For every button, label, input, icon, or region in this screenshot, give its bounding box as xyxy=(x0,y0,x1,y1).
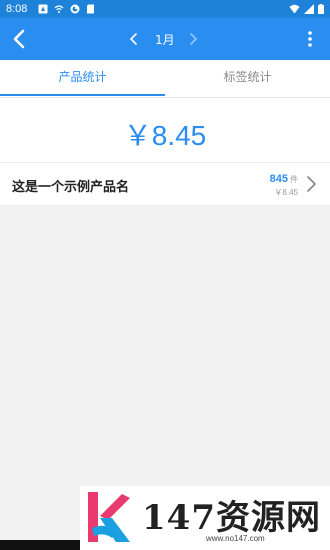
tab-tag-stats[interactable]: 标签统计 xyxy=(165,60,330,97)
product-price: ￥8.45 xyxy=(274,188,298,197)
summary-panel: ￥8.45 xyxy=(0,98,330,162)
battery-icon xyxy=(318,4,324,14)
watermark-text: 147资源网 xyxy=(142,498,321,538)
wifi-notification-icon xyxy=(54,5,64,13)
tab-bar: 产品统计 标签统计 xyxy=(0,60,330,98)
watermark-logo-icon xyxy=(88,492,130,542)
notification-app-icon xyxy=(38,4,48,14)
circle-app-icon xyxy=(70,4,80,14)
cell-signal-icon xyxy=(304,4,314,14)
product-quantity: 845 件 xyxy=(270,169,298,187)
status-time: 8:08 xyxy=(6,3,28,15)
bottom-edge-bar xyxy=(0,540,80,550)
more-options-icon[interactable] xyxy=(300,29,320,49)
quantity-value: 845 xyxy=(269,173,288,185)
total-amount: ￥8.45 xyxy=(123,120,207,151)
month-title[interactable]: 1月 xyxy=(155,31,175,48)
wifi-signal-icon xyxy=(289,4,300,14)
status-system-icons xyxy=(289,4,324,14)
watermark: 147资源网 www.no147.com xyxy=(80,486,330,550)
tab-product-stats[interactable]: 产品统计 xyxy=(0,60,165,97)
sd-card-icon xyxy=(87,4,94,14)
back-arrow-icon[interactable] xyxy=(8,27,32,51)
chevron-right-icon xyxy=(307,176,316,192)
app-bar: 1月 xyxy=(0,18,330,60)
status-bar: 8:08 xyxy=(0,0,330,18)
product-name: 这是一个示例产品名 xyxy=(12,180,130,195)
quantity-unit: 件 xyxy=(290,175,298,184)
next-month-icon[interactable] xyxy=(186,31,200,47)
previous-month-icon[interactable] xyxy=(127,31,141,47)
status-notification-icons xyxy=(38,4,96,14)
list-item[interactable]: 这是一个示例产品名 845 件 ￥8.45 xyxy=(0,162,330,205)
watermark-url: www.no147.com xyxy=(206,534,265,543)
active-tab-indicator xyxy=(0,94,165,96)
